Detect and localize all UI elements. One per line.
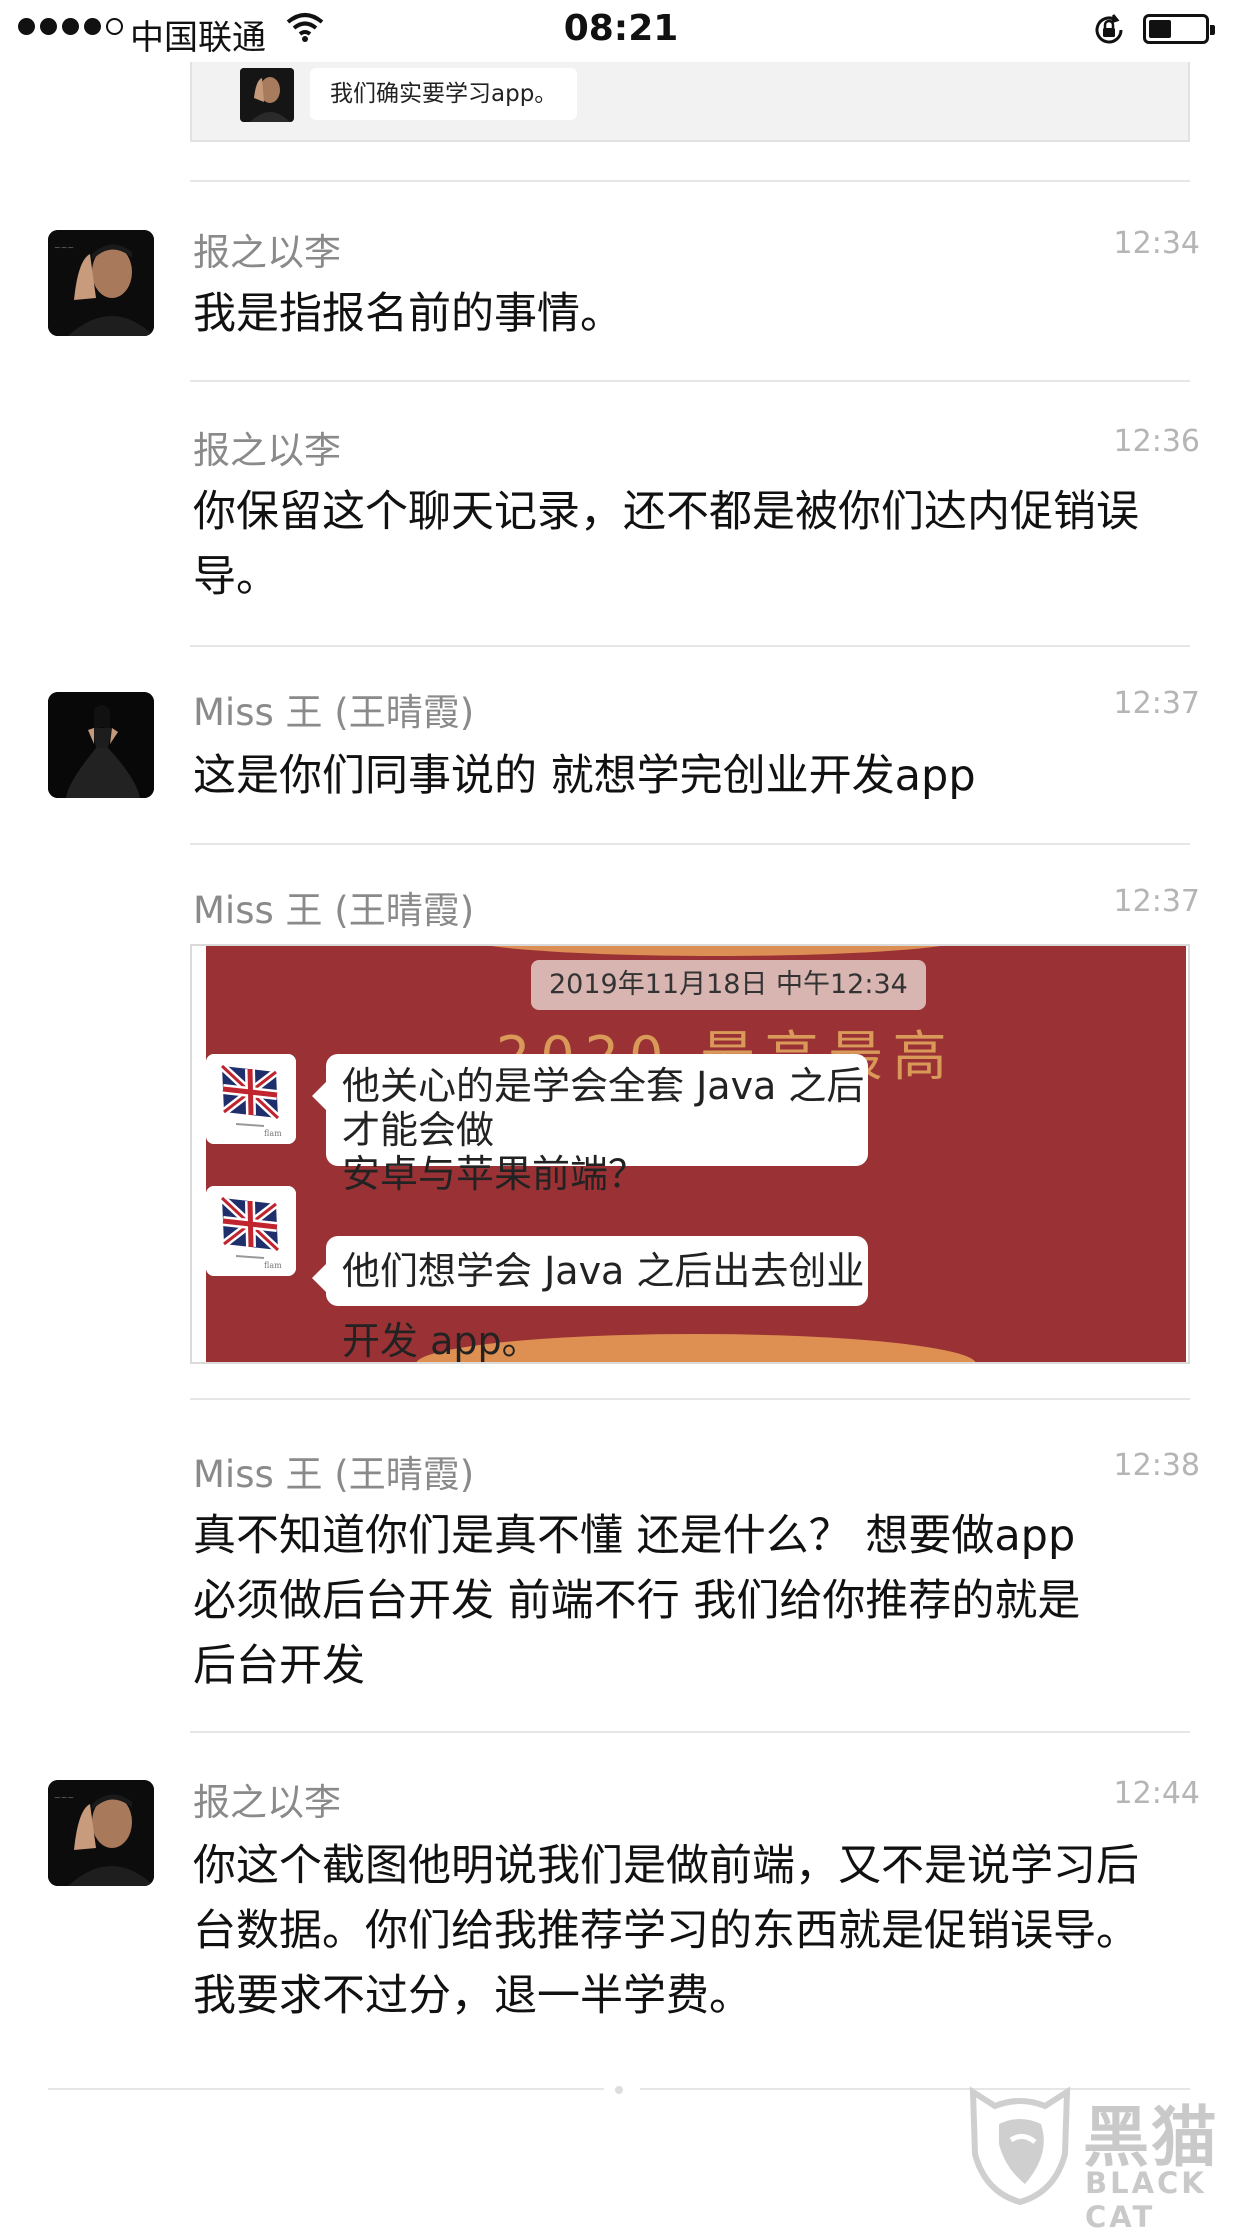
status-time: 08:21 bbox=[563, 8, 679, 49]
flag-avatar-icon: flam bbox=[206, 1054, 296, 1144]
svg-text:flam: flam bbox=[264, 1129, 282, 1138]
sender-name: Miss 王 (王晴霞) bbox=[193, 1453, 475, 1496]
blackcat-watermark: 黑猫 BLACK CAT bbox=[965, 2084, 1235, 2234]
flag-avatar-icon: flam bbox=[206, 1186, 296, 1276]
svg-text:~~~: ~~~ bbox=[54, 1793, 74, 1802]
sender-name: Miss 王 (王晴霞) bbox=[193, 691, 475, 734]
divider bbox=[190, 843, 1190, 845]
blackcat-logo-icon bbox=[969, 2086, 1071, 2206]
sender-name: Miss 王 (王晴霞) bbox=[193, 889, 475, 932]
chat-bubble: 他关心的是学会全套 Java 之后才能会做 安卓与苹果前端？ bbox=[312, 1054, 868, 1196]
divider bbox=[190, 380, 1190, 382]
divider bbox=[48, 2088, 604, 2090]
message-text: 我是指报名前的事情。 bbox=[193, 289, 623, 339]
avatar[interactable]: ~~~ bbox=[48, 1780, 154, 1886]
divider bbox=[190, 1731, 1190, 1733]
status-bar: 中国联通 08:21 bbox=[0, 0, 1242, 62]
chat-bubble: 他们想学会 Java 之后出去创业开发 app。 bbox=[312, 1236, 868, 1362]
message-text: 这是你们同事说的 就想学完创业开发app bbox=[193, 751, 976, 801]
avatar[interactable] bbox=[48, 692, 154, 798]
message-text: 你这个截图他明说我们是做前端，又不是说学习后 台数据。你们给我推荐学习的东西就是… bbox=[193, 1841, 1139, 2021]
message-time: 12:36 bbox=[1113, 424, 1200, 459]
sender-name: 报之以李 bbox=[193, 1781, 341, 1824]
watermark-subtitle: BLACK CAT bbox=[1085, 2166, 1207, 2234]
forwarded-chat-card[interactable]: 我们确实要学习app。 bbox=[190, 62, 1190, 142]
chat-screenshot-image: 2020 最高最高 2019年11月18日 中午12:34 flam 他关心的是… bbox=[206, 946, 1186, 1362]
avatar[interactable]: ~~~ bbox=[48, 230, 154, 336]
message-time: 12:44 bbox=[1113, 1776, 1200, 1811]
quoted-message-text: 我们确实要学习app。 bbox=[310, 68, 578, 120]
battery-icon bbox=[1143, 14, 1215, 44]
message-time: 12:37 bbox=[1113, 686, 1200, 721]
divider bbox=[190, 1398, 1190, 1400]
avatar bbox=[240, 68, 294, 122]
svg-text:flam: flam bbox=[264, 1261, 282, 1270]
svg-text:~~~: ~~~ bbox=[54, 243, 74, 252]
message-text: 真不知道你们是真不懂 还是什么？ 想要做app 必须做后台开发 前端不行 我们给… bbox=[193, 1511, 1081, 1691]
divider bbox=[190, 645, 1190, 647]
message-text: 你保留这个聊天记录，还不都是被你们达内促销误 导。 bbox=[193, 487, 1139, 602]
message-time: 12:38 bbox=[1113, 1448, 1200, 1483]
sender-name: 报之以李 bbox=[193, 429, 341, 472]
image-message[interactable]: 2020 最高最高 2019年11月18日 中午12:34 flam 他关心的是… bbox=[190, 944, 1190, 1364]
page-indicator bbox=[615, 2086, 623, 2094]
rotation-lock-icon bbox=[1091, 12, 1127, 52]
message-time: 12:37 bbox=[1113, 884, 1200, 919]
message-time: 12:34 bbox=[1113, 226, 1200, 261]
divider bbox=[190, 180, 1190, 182]
sender-name: 报之以李 bbox=[193, 231, 341, 274]
date-label: 2019年11月18日 中午12:34 bbox=[531, 960, 926, 1010]
